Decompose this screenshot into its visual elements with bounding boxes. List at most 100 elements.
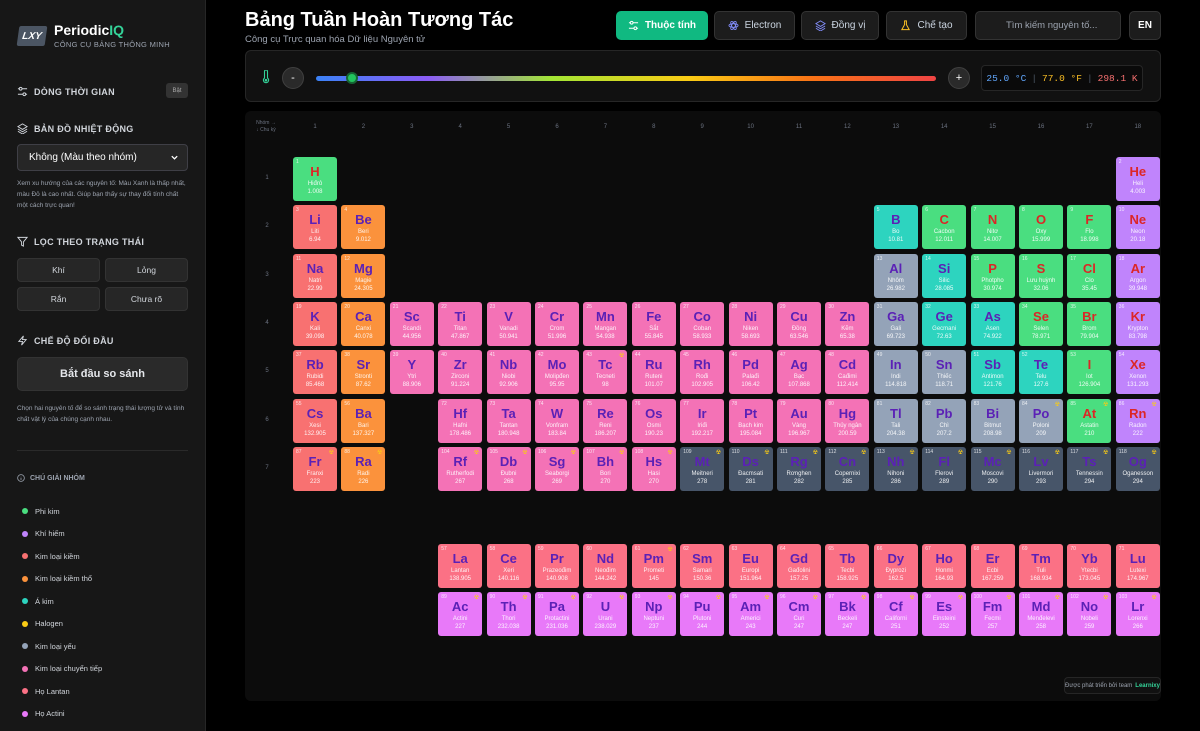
element-cn[interactable]: 112 Cn Copernixi 285 ☢ <box>825 447 870 491</box>
tab-synthesis[interactable]: Chế tạo <box>886 11 967 40</box>
element-th[interactable]: 90 Th Thori 232.038 ☢ <box>486 592 531 636</box>
element-i[interactable]: 53 I Iot 126.904 <box>1067 350 1112 394</box>
element-mo[interactable]: 42 Mo Molipđen 95.95 <box>535 350 579 394</box>
temperature-increase-button[interactable]: + <box>948 67 970 89</box>
element-mt[interactable]: 109 Mt Meitneri 278 ☢ <box>680 447 725 491</box>
element-ge[interactable]: 32 Ge Gecmani 72.63 <box>922 302 967 346</box>
legend-item[interactable]: Halogen <box>22 613 102 636</box>
element-he[interactable]: 2 He Heli 4.003 <box>1115 157 1160 201</box>
element-y[interactable]: 39 Y Ytri 88.906 <box>389 350 434 394</box>
element-cf[interactable]: 98 Cf Californi 251 ☢ <box>873 592 918 636</box>
element-lr[interactable]: 103 Lr Lorenxi 266 ☢ <box>1115 592 1160 636</box>
element-pa[interactable]: 91 Pa Protactini 231.036 ☢ <box>535 592 579 636</box>
element-np[interactable]: 93 Np Neptuni 237 ☢ <box>631 592 676 636</box>
element-h[interactable]: 1 H Hiđrô 1.008 <box>293 157 337 201</box>
element-am[interactable]: 95 Am Americi 243 ☢ <box>728 592 773 636</box>
filter-liquid-button[interactable]: Lỏng <box>105 258 188 282</box>
element-ta[interactable]: 73 Ta Tantan 180.948 <box>486 399 531 443</box>
element-co[interactable]: 27 Co Coban 58.933 <box>680 302 725 346</box>
element-rb[interactable]: 37 Rb Rubidi 85.468 <box>293 350 337 394</box>
element-xe[interactable]: 54 Xe Xenon 131.293 <box>1115 350 1160 394</box>
element-sm[interactable]: 62 Sm Samari 150.36 <box>680 544 725 588</box>
element-md[interactable]: 101 Md Menđelevi 258 ☢ <box>1019 592 1063 636</box>
element-mn[interactable]: 25 Mn Mangan 54.938 <box>583 302 628 346</box>
element-bk[interactable]: 97 Bk Beckeli 247 ☢ <box>825 592 870 636</box>
element-nb[interactable]: 41 Nb Niobi 92.906 <box>486 350 531 394</box>
element-f[interactable]: 9 F Flo 18.998 <box>1067 205 1112 249</box>
element-rh[interactable]: 45 Rh Rođi 102.905 <box>680 350 725 394</box>
legend-item[interactable]: Kim loại chuyển tiếp <box>22 658 102 681</box>
element-si[interactable]: 14 Si Silic 28.085 <box>922 254 967 298</box>
element-zn[interactable]: 30 Zn Kẽm 65.38 <box>825 302 870 346</box>
legend-item[interactable]: Họ Lantan <box>22 680 102 703</box>
element-og[interactable]: 118 Og Oganesson 294 ☢ <box>1115 447 1160 491</box>
element-hs[interactable]: 108 Hs Hasi 270 ☢ <box>631 447 676 491</box>
element-pt[interactable]: 78 Pt Bạch kim 195.084 <box>728 399 773 443</box>
element-hf[interactable]: 72 Hf Hafni 178.486 <box>438 399 483 443</box>
element-er[interactable]: 68 Er Ecbi 167.259 <box>970 544 1015 588</box>
element-b[interactable]: 5 B Bo 10.81 <box>873 205 918 249</box>
element-te[interactable]: 52 Te Telu 127.6 <box>1019 350 1063 394</box>
element-ga[interactable]: 31 Ga Gali 69.723 <box>873 302 918 346</box>
temperature-slider-handle[interactable] <box>345 72 358 84</box>
element-fl[interactable]: 114 Fl Flerovi 289 ☢ <box>922 447 967 491</box>
filter-solid-button[interactable]: Rắn <box>17 287 100 311</box>
element-cd[interactable]: 48 Cd Cađimi 112.414 <box>825 350 870 394</box>
element-lv[interactable]: 116 Lv Livermori 293 ☢ <box>1019 447 1063 491</box>
element-as[interactable]: 33 As Asen 74.922 <box>970 302 1015 346</box>
element-mg[interactable]: 12 Mg Magie 24.305 <box>341 254 386 298</box>
timeline-toggle[interactable]: Bật <box>166 83 188 98</box>
legend-item[interactable]: Kim loại yếu <box>22 635 102 658</box>
element-ni[interactable]: 28 Ni Niken 58.693 <box>728 302 773 346</box>
element-fr[interactable]: 87 Fr Franxi 223 ☢ <box>293 447 337 491</box>
element-ac[interactable]: 89 Ac Actini 227 ☢ <box>438 592 483 636</box>
temperature-slider[interactable] <box>316 72 936 84</box>
element-rg[interactable]: 111 Rg Rơnghen 282 ☢ <box>777 447 821 491</box>
legend-item[interactable]: Phi kim <box>22 500 102 523</box>
element-at[interactable]: 85 At Astatin 210 ☢ <box>1067 399 1112 443</box>
element-ds[interactable]: 110 Ds Đacmsati 281 ☢ <box>728 447 773 491</box>
element-ir[interactable]: 77 Ir Iriđi 192.217 <box>680 399 725 443</box>
element-nd[interactable]: 60 Nd Neođim 144.242 <box>583 544 628 588</box>
legend-item[interactable]: Họ Actini <box>22 703 102 726</box>
legend-item[interactable]: Á kim <box>22 590 102 613</box>
element-ho[interactable]: 67 Ho Honmi 164.93 <box>922 544 967 588</box>
element-fm[interactable]: 100 Fm Fecmi 257 ☢ <box>970 592 1015 636</box>
legend-item[interactable]: Kim loại kiềm <box>22 545 102 568</box>
logo[interactable]: LXY PeriodicIQ CÔNG CỤ BẢNG THÔNG MINH <box>16 22 170 49</box>
element-po[interactable]: 84 Po Poloni 209 ☢ <box>1019 399 1063 443</box>
language-button[interactable]: EN <box>1129 11 1161 40</box>
element-in[interactable]: 49 In Indi 114.818 <box>873 350 918 394</box>
element-v[interactable]: 23 V Vanadi 50.941 <box>486 302 531 346</box>
tab-electron[interactable]: Electron <box>714 11 795 40</box>
element-hg[interactable]: 80 Hg Thủy ngân 200.59 <box>825 399 870 443</box>
element-sb[interactable]: 51 Sb Antimon 121.76 <box>970 350 1015 394</box>
start-compare-button[interactable]: Bắt đầu so sánh <box>17 357 188 391</box>
element-bi[interactable]: 83 Bi Bitmut 208.98 <box>970 399 1015 443</box>
heatmap-select[interactable]: Không (Màu theo nhóm) <box>17 144 188 171</box>
element-bh[interactable]: 107 Bh Bori 270 ☢ <box>583 447 628 491</box>
search-input[interactable]: Tìm kiếm nguyên tố... <box>975 11 1121 40</box>
element-la[interactable]: 57 La Lantan 138.905 <box>438 544 483 588</box>
element-ne[interactable]: 10 Ne Neon 20.18 <box>1115 205 1160 249</box>
element-w[interactable]: 74 W Vonfram 183.84 <box>535 399 579 443</box>
element-cl[interactable]: 17 Cl Clo 35.45 <box>1067 254 1112 298</box>
legend-item[interactable]: Kim loại kiềm thổ <box>22 568 102 591</box>
element-ti[interactable]: 22 Ti Titan 47.867 <box>438 302 483 346</box>
element-rn[interactable]: 86 Rn Radon 222 ☢ <box>1115 399 1160 443</box>
element-dy[interactable]: 66 Dy Đyprozi 162.5 <box>873 544 918 588</box>
element-pd[interactable]: 46 Pd Palađi 106.42 <box>728 350 773 394</box>
temperature-decrease-button[interactable]: - <box>282 67 304 89</box>
element-u[interactable]: 92 U Urani 238.029 ☢ <box>583 592 628 636</box>
element-es[interactable]: 99 Es Einsteini 252 ☢ <box>922 592 967 636</box>
element-au[interactable]: 79 Au Vàng 196.967 <box>777 399 821 443</box>
element-sg[interactable]: 106 Sg Seaborgi 269 ☢ <box>535 447 579 491</box>
element-kr[interactable]: 36 Kr Krypton 83.798 <box>1115 302 1160 346</box>
element-ru[interactable]: 44 Ru Ruteni 101.07 <box>631 350 676 394</box>
element-s[interactable]: 16 S Lưu huỳnh 32.06 <box>1019 254 1063 298</box>
filter-unknown-button[interactable]: Chưa rõ <box>105 287 188 311</box>
element-cm[interactable]: 96 Cm Curi 247 ☢ <box>777 592 821 636</box>
element-sc[interactable]: 21 Sc Scandi 44.956 <box>389 302 434 346</box>
element-tl[interactable]: 81 Tl Tali 204.38 <box>873 399 918 443</box>
element-db[interactable]: 105 Db Đubni 268 ☢ <box>486 447 531 491</box>
